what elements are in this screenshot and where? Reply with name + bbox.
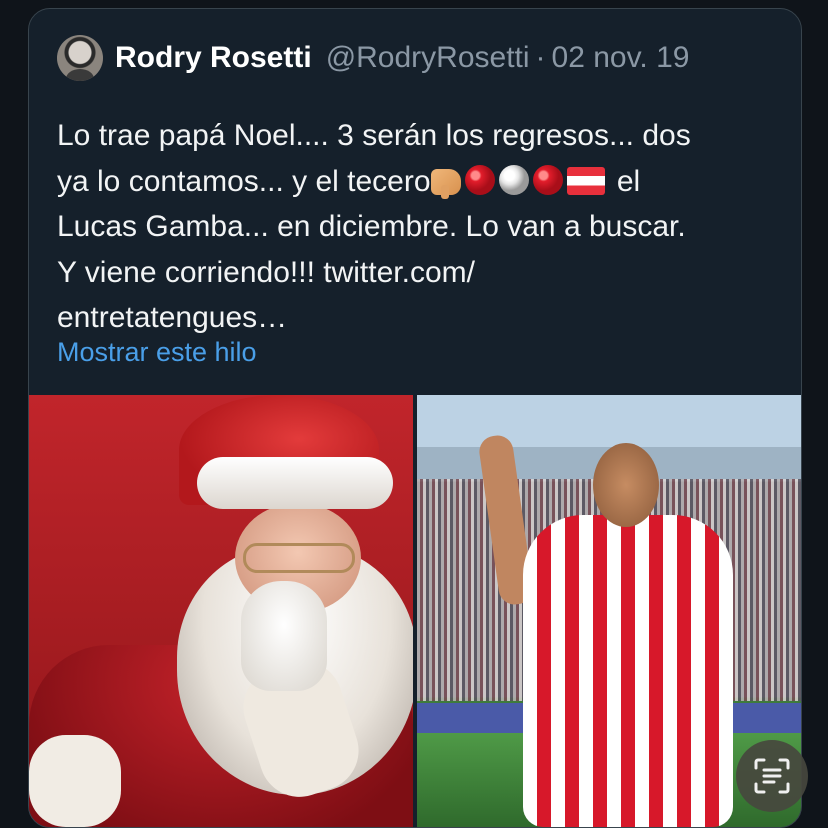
tweet-text-line: Lo trae papá Noel.... 3 serán los regres… (57, 119, 691, 152)
white-circle-emoji-icon (498, 164, 529, 195)
tweet-card[interactable]: Rodry Rosetti @RodryRosetti · 02 nov. 19… (28, 8, 802, 828)
red-circle-emoji-icon (532, 164, 563, 195)
tweet-text-fragment: ya lo contamos... y el tecero (57, 164, 431, 198)
tweet-text-line: Lucas Gamba... en diciembre. Lo van a bu… (57, 210, 686, 243)
player-head (593, 443, 659, 527)
show-thread-link[interactable]: Mostrar este hilo (57, 337, 257, 368)
tweet-text-fragment: el (616, 164, 641, 198)
avatar[interactable] (57, 35, 103, 81)
player-jersey (523, 515, 733, 827)
red-white-flag-emoji-icon (566, 166, 605, 195)
tweet-date[interactable]: 02 nov. 19 (552, 41, 690, 75)
separator-dot: · (535, 41, 546, 74)
tweet-text-line[interactable]: Y viene corriendo!!! twitter.com/ (57, 250, 787, 296)
santa-glove (241, 581, 327, 691)
santa-claus-image[interactable] (29, 395, 413, 827)
text-scan-button[interactable] (736, 740, 808, 812)
tweet-text-line: ya lo contamos... y el tecero el (57, 159, 787, 205)
text-scan-icon (754, 758, 790, 794)
red-circle-emoji-icon (464, 164, 495, 195)
tweet-media (29, 395, 801, 827)
tweet-text: Lo trae papá Noel.... 3 serán los regres… (57, 113, 787, 341)
pointing-down-emoji-icon (430, 168, 461, 199)
author-handle[interactable]: @RodryRosetti (326, 41, 530, 75)
santa-glasses (243, 543, 355, 573)
tweet-text-line[interactable]: entretatengues… (57, 295, 787, 341)
tweet-header: Rodry Rosetti @RodryRosetti · 02 nov. 19 (57, 33, 689, 83)
santa-cuff (29, 735, 121, 827)
santa-hat-trim (197, 457, 393, 509)
author-name[interactable]: Rodry Rosetti (115, 41, 312, 75)
